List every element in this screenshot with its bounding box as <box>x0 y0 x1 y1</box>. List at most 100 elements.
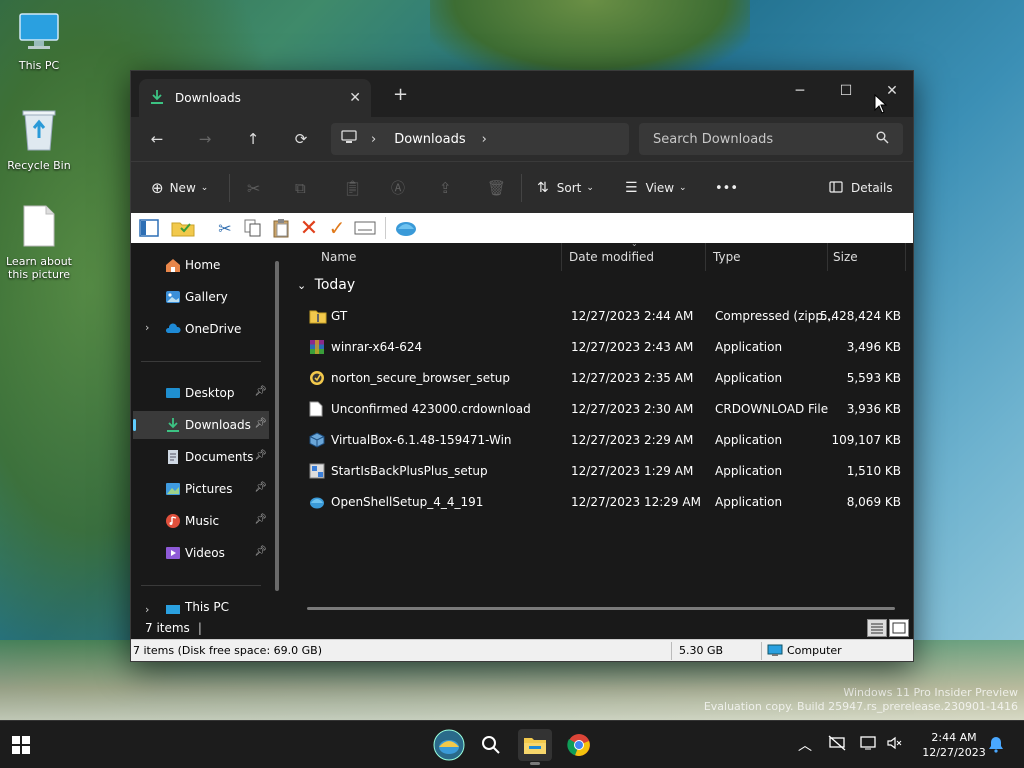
column-divider[interactable] <box>827 243 828 271</box>
details-button[interactable]: Details <box>829 176 893 200</box>
divider <box>141 585 261 586</box>
refresh-button[interactable]: ⟳ <box>289 127 313 151</box>
file-name: OpenShellSetup_4_4_191 <box>331 495 484 509</box>
column-divider[interactable] <box>905 243 906 271</box>
delete-icon[interactable]: 🗑︎ <box>487 176 506 200</box>
navigation-pane-icon[interactable] <box>135 215 163 241</box>
delete-x-icon[interactable]: ✕ <box>295 215 323 241</box>
sidebar-item-this-pc[interactable]: › This PC <box>133 601 269 617</box>
sidebar-item-label: Desktop <box>185 386 235 400</box>
table-row[interactable]: StartIsBackPlusPlus_setup 12/27/2023 1:2… <box>295 456 907 486</box>
properties-icon[interactable] <box>351 215 379 241</box>
classic-toolbar: ▼ ✂ ✕ ✓ <box>131 213 913 243</box>
pin-icon[interactable]: 📌︎ <box>254 386 267 397</box>
sidebar-item-pictures[interactable]: Pictures 📌︎ <box>133 475 269 503</box>
recycle-bin-icon <box>4 108 74 155</box>
desktop-icon-recycle-bin[interactable]: Recycle Bin <box>4 108 74 172</box>
chrome-taskbar-button[interactable] <box>562 729 596 761</box>
sidebar-item-onedrive[interactable]: › OneDrive <box>133 315 269 343</box>
file-type: Application <box>715 340 783 354</box>
notification-bell-icon[interactable] <box>988 735 1004 757</box>
column-header-size[interactable]: Size <box>833 243 858 271</box>
navigation-scrollbar[interactable] <box>275 261 279 591</box>
table-row[interactable]: Unconfirmed 423000.crdownload 12/27/2023… <box>295 394 907 424</box>
cut-icon[interactable]: ✂ <box>247 176 260 200</box>
title-bar[interactable]: Downloads ✕ + ─ ☐ ✕ <box>131 71 913 117</box>
table-row[interactable]: winrar-x64-624 12/27/2023 2:43 AM Applic… <box>295 332 907 362</box>
group-header-today[interactable]: ⌄ Today <box>297 277 355 293</box>
open-shell-start-button[interactable] <box>432 729 466 761</box>
chevron-down-icon[interactable]: ▼ <box>197 215 211 241</box>
horizontal-scrollbar[interactable] <box>307 607 895 610</box>
file-explorer-taskbar-button[interactable] <box>518 729 552 765</box>
sidebar-item-home[interactable]: Home <box>133 251 269 279</box>
search-button[interactable] <box>474 729 508 761</box>
desktop-icon-learn-picture[interactable]: Learn about this picture <box>4 204 74 281</box>
new-tab-button[interactable]: + <box>393 84 408 105</box>
clock[interactable]: 2:44 AM 12/27/2023 <box>920 730 988 760</box>
file-date: 12/27/2023 2:30 AM <box>571 402 694 416</box>
rename-icon[interactable]: Ⓐ <box>391 176 405 200</box>
table-row[interactable]: GT 12/27/2023 2:44 AM Compressed (zipp..… <box>295 301 907 331</box>
paste-icon[interactable] <box>267 215 295 241</box>
table-row[interactable]: OpenShellSetup_4_4_191 12/27/2023 12:29 … <box>295 487 907 517</box>
column-header-date[interactable]: Date modified <box>569 243 654 271</box>
column-header-name[interactable]: Name <box>321 243 356 271</box>
pin-icon[interactable]: 📌︎ <box>254 482 267 493</box>
checkmark-icon[interactable]: ✓ <box>323 215 351 241</box>
share-icon[interactable]: ⇪ <box>439 176 452 200</box>
chevron-down-icon: ⌄ <box>586 183 594 193</box>
sidebar-item-videos[interactable]: Videos 📌︎ <box>133 539 269 567</box>
open-shell-icon[interactable] <box>392 215 420 241</box>
tab-downloads[interactable]: Downloads ✕ <box>139 79 371 117</box>
see-more-button[interactable]: ••• <box>715 176 738 200</box>
pin-icon[interactable]: 📌︎ <box>254 418 267 429</box>
chevron-up-icon[interactable]: ︿ <box>798 735 812 755</box>
sidebar-item-desktop[interactable]: Desktop 📌︎ <box>133 379 269 407</box>
close-tab-icon[interactable]: ✕ <box>349 90 361 106</box>
sidebar-item-documents[interactable]: Documents 📌︎ <box>133 443 269 471</box>
table-row[interactable]: VirtualBox-6.1.48-159471-Win 12/27/2023 … <box>295 425 907 455</box>
network-disconnected-icon[interactable] <box>828 735 846 755</box>
forward-button[interactable]: → <box>193 127 217 151</box>
paste-icon[interactable]: 📋︎ <box>343 176 362 200</box>
view-button[interactable]: ☰ View ⌄ <box>625 176 687 200</box>
display-icon[interactable] <box>860 735 876 755</box>
cut-icon[interactable]: ✂ <box>211 215 239 241</box>
sidebar-item-gallery[interactable]: Gallery <box>133 283 269 311</box>
sidebar-item-music[interactable]: Music 📌︎ <box>133 507 269 535</box>
breadcrumb-location[interactable]: Downloads <box>394 132 465 147</box>
pin-icon[interactable]: 📌︎ <box>254 514 267 525</box>
details-view-button[interactable] <box>867 619 887 637</box>
file-size: 3,496 KB <box>846 340 901 354</box>
volume-muted-icon[interactable] <box>886 735 902 755</box>
desktop-icon-this-pc[interactable]: This PC <box>4 12 74 72</box>
chevron-right-icon[interactable]: › <box>145 603 149 616</box>
copy-icon[interactable] <box>239 215 267 241</box>
sidebar-item-downloads[interactable]: Downloads 📌︎ <box>133 411 269 439</box>
search-input[interactable]: Search Downloads <box>639 123 903 155</box>
file-type: CRDOWNLOAD File <box>715 402 829 416</box>
copy-icon[interactable]: ⧉ <box>295 176 306 200</box>
column-divider[interactable] <box>705 243 706 271</box>
column-header-type[interactable]: Type <box>713 243 741 271</box>
mouse-cursor-icon <box>874 93 888 117</box>
minimize-button[interactable]: ─ <box>777 77 823 105</box>
videos-icon <box>165 545 181 561</box>
maximize-button[interactable]: ☐ <box>823 77 869 105</box>
details-pane-icon <box>829 180 843 196</box>
column-divider[interactable] <box>561 243 562 271</box>
chevron-right-icon[interactable]: › <box>145 321 149 334</box>
large-icons-view-button[interactable] <box>889 619 909 637</box>
back-button[interactable]: ← <box>145 127 169 151</box>
pin-icon[interactable]: 📌︎ <box>254 450 267 461</box>
start-button[interactable] <box>4 729 38 761</box>
folder-options-icon[interactable] <box>169 215 197 241</box>
sort-button[interactable]: ⇅ Sort ⌄ <box>537 176 594 200</box>
pin-icon[interactable]: 📌︎ <box>254 546 267 557</box>
new-button[interactable]: ⊕ New ⌄ <box>151 176 208 200</box>
up-button[interactable]: ↑ <box>241 127 265 151</box>
address-bar[interactable]: › Downloads › <box>331 123 629 155</box>
table-row[interactable]: norton_secure_browser_setup 12/27/2023 2… <box>295 363 907 393</box>
chevron-right-icon[interactable]: › <box>482 132 487 147</box>
